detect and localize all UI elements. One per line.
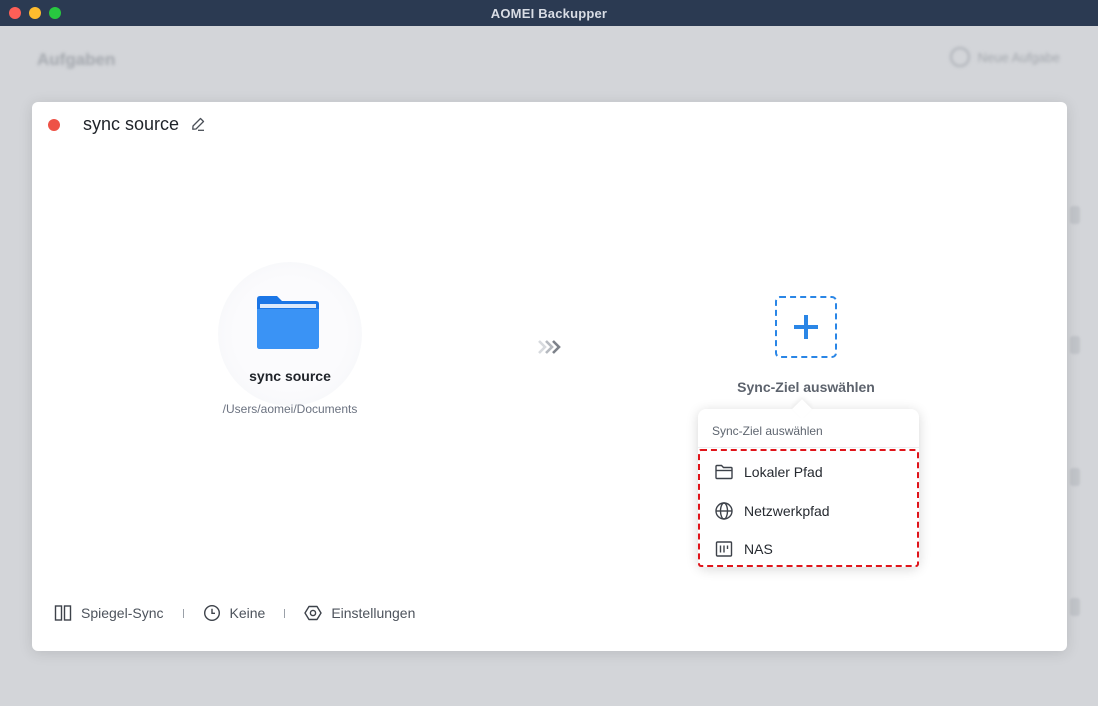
sync-mode-button[interactable]: Spiegel-Sync <box>54 604 164 622</box>
nas-icon <box>715 541 733 557</box>
background-card-edge <box>1070 598 1080 616</box>
menu-item-network-path[interactable]: Netzwerkpfad <box>714 499 830 523</box>
sync-task-dialog: sync source sync source /Users/aomei/Doc… <box>32 102 1067 651</box>
window-controls <box>9 7 61 19</box>
zoom-window-button[interactable] <box>49 7 61 19</box>
background-card-edge <box>1070 206 1080 224</box>
source-name: sync source <box>249 368 331 384</box>
footer-divider <box>284 608 286 618</box>
schedule-label: Keine <box>229 605 266 621</box>
task-options-bar: Spiegel-Sync Keine Einstellungen <box>54 604 415 622</box>
new-task-label: Neue Aufgabe <box>977 49 1060 65</box>
title-bar: AOMEI Backupper <box>0 0 1098 26</box>
select-destination-button[interactable] <box>775 296 837 358</box>
clock-icon <box>203 604 220 622</box>
new-task-icon <box>949 47 970 67</box>
folder-outline-icon <box>715 464 733 480</box>
settings-icon <box>304 605 323 621</box>
settings-label: Einstellungen <box>331 605 416 621</box>
background-card-edge <box>1070 468 1080 486</box>
menu-item-label: Netzwerkpfad <box>744 503 830 519</box>
menu-divider <box>698 447 919 448</box>
settings-button[interactable]: Einstellungen <box>304 604 415 622</box>
menu-header: Sync-Ziel auswählen <box>712 424 823 438</box>
minimize-window-button[interactable] <box>29 7 41 19</box>
menu-item-label: NAS <box>744 541 773 557</box>
popover-caret <box>792 399 812 419</box>
globe-icon <box>715 502 733 520</box>
footer-divider <box>182 608 184 618</box>
background-heading: Aufgaben <box>37 50 116 69</box>
background-card-edge <box>1070 336 1080 354</box>
new-task-button: Neue Aufgabe <box>949 47 1060 67</box>
edit-icon[interactable] <box>190 116 206 132</box>
source-path: /Users/aomei/Documents <box>222 402 358 416</box>
destination-type-menu: Sync-Ziel auswählen Lokaler Pfad Netzwer… <box>698 399 919 567</box>
schedule-button[interactable]: Keine <box>203 604 266 622</box>
folder-icon[interactable] <box>257 295 319 349</box>
menu-item-local-path[interactable]: Lokaler Pfad <box>714 460 823 484</box>
close-window-button[interactable] <box>9 7 21 19</box>
menu-item-nas[interactable]: NAS <box>714 537 773 561</box>
sync-direction-arrows-icon <box>538 340 561 354</box>
task-status-dot <box>48 119 60 131</box>
sync-mode-label: Spiegel-Sync <box>81 605 164 621</box>
menu-item-label: Lokaler Pfad <box>744 464 823 480</box>
destination-label: Sync-Ziel auswählen <box>737 379 875 395</box>
task-name: sync source <box>83 114 180 134</box>
window-title: AOMEI Backupper <box>490 5 608 21</box>
mirror-sync-icon <box>54 605 72 621</box>
add-icon <box>794 315 818 339</box>
